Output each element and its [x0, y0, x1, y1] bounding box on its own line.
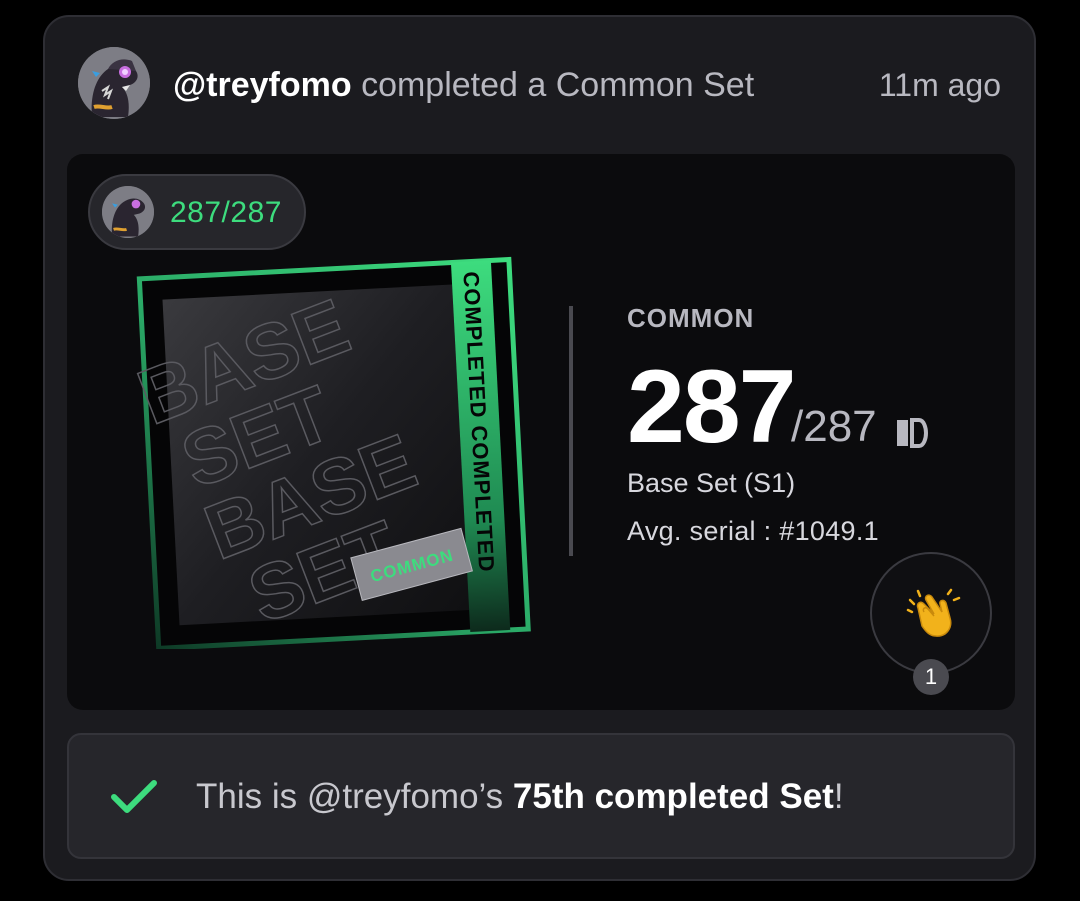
activity-card: @treyfomo completed a Common Set 11m ago… — [43, 15, 1036, 881]
achievement-prefix: This is @treyfomo’s — [196, 777, 513, 816]
achievement-suffix: ! — [833, 777, 844, 816]
stats-divider — [569, 306, 573, 556]
achievement-banner: This is @treyfomo’s 75th completed Set! — [67, 733, 1015, 859]
set-completion-panel: 287/287 BASE SET BASE SET COMPLETED COMP… — [67, 154, 1015, 710]
half-shield-icon — [897, 418, 929, 448]
clap-reaction-button[interactable] — [870, 552, 992, 674]
user-avatar[interactable] — [78, 47, 150, 119]
set-card-image[interactable]: BASE SET BASE SET COMPLETED COMPLETED CO… — [122, 229, 542, 651]
post-action-text: completed a Common Set — [351, 66, 755, 104]
set-name: Base Set (S1) — [627, 468, 796, 498]
dinosaur-avatar-icon — [78, 47, 150, 119]
set-stats: COMMON 287 /287 Base Set (S1) Avg. seria… — [627, 302, 929, 548]
username-link[interactable]: @treyfomo — [173, 66, 352, 104]
achievement-text: This is @treyfomo’s 75th completed Set! — [196, 775, 844, 819]
owned-count: 287 — [627, 349, 797, 465]
count-row: 287 /287 — [627, 349, 929, 465]
checkmark-icon — [111, 780, 157, 813]
clap-count-badge: 1 — [913, 659, 949, 695]
set-card-graphic: BASE SET BASE SET COMPLETED COMPLETED CO… — [126, 256, 531, 651]
rarity-label: COMMON — [627, 303, 755, 333]
post-timestamp: 11m ago — [878, 67, 1001, 103]
pill-count: 287/287 — [170, 196, 282, 229]
avg-serial: Avg. serial : #1049.1 — [627, 516, 879, 546]
post-headline: @treyfomo completed a Common Set — [173, 65, 754, 105]
post-header: @treyfomo completed a Common Set 11m ago — [78, 47, 1001, 125]
achievement-highlight: 75th completed Set — [512, 777, 834, 816]
total-count: /287 — [791, 402, 877, 451]
clapping-hands-icon — [906, 588, 961, 637]
